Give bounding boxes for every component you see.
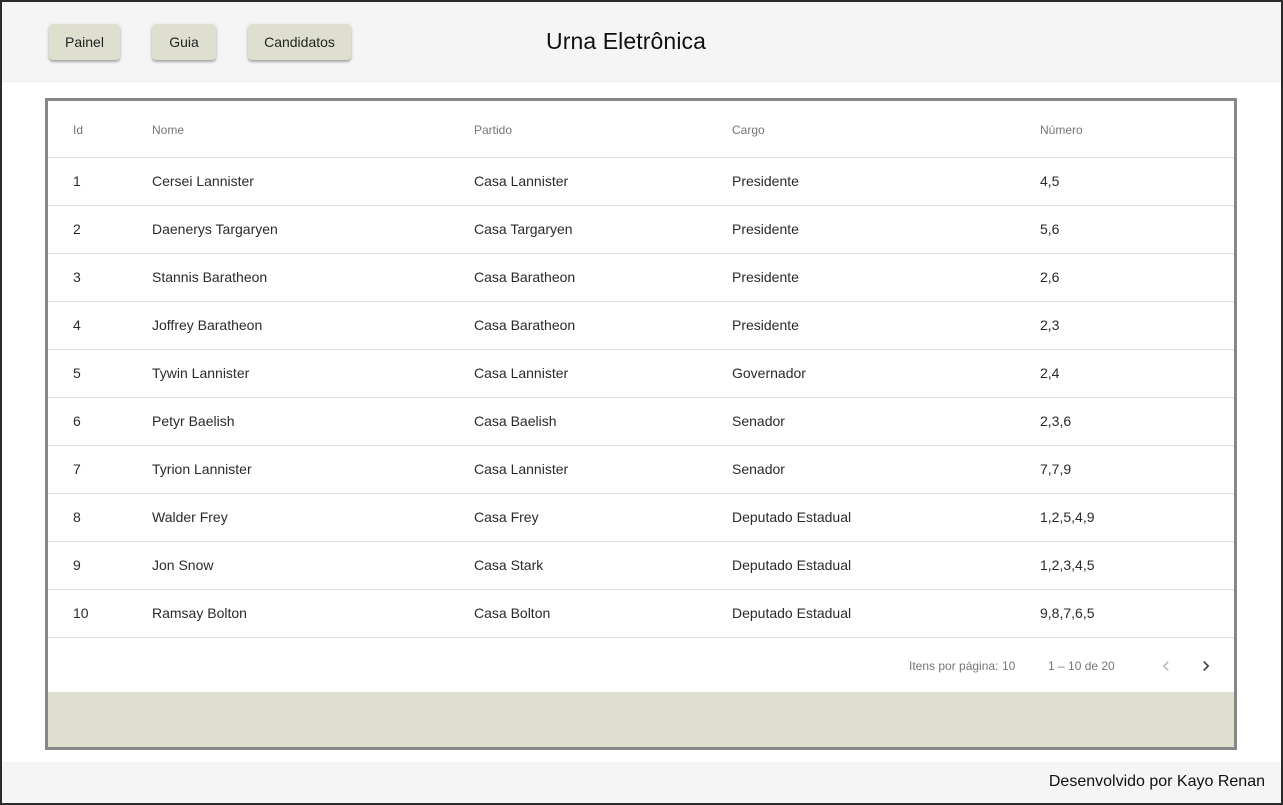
cell-nome: Ramsay Bolton <box>152 605 247 621</box>
cell-nome: Petyr Baelish <box>152 413 235 429</box>
cell-nome: Daenerys Targaryen <box>152 221 278 237</box>
table-row[interactable]: 8 Walder Frey Casa Frey Deputado Estadual 1,… <box>48 494 1234 542</box>
footer-credit: Desenvolvido por Kayo Renan <box>1048 773 1265 790</box>
chevron-right-icon <box>1203 661 1210 671</box>
cell-partido: Casa Bolton <box>474 605 551 621</box>
cell-partido: Casa Baelish <box>474 413 557 429</box>
cell-partido: Casa Lannister <box>474 173 569 189</box>
table-header-row: Id Nome Partido Cargo Número <box>48 101 1234 158</box>
cell-id: 5 <box>73 365 81 381</box>
cell-id: 7 <box>73 461 81 477</box>
cell-cargo: Presidente <box>732 269 799 285</box>
cell-id: 8 <box>73 509 81 525</box>
items-per-page-label: Itens por página: <box>909 659 999 673</box>
page-title: Urna Eletrônica <box>546 28 707 54</box>
table-row[interactable]: 9 Jon Snow Casa Stark Deputado Estadual 1,2,… <box>48 542 1234 590</box>
table-row[interactable]: 6 Petyr Baelish Casa Baelish Senador 2,3,6 <box>48 398 1234 446</box>
cell-nome: Cersei Lannister <box>152 173 254 189</box>
header-numero[interactable]: Número <box>1040 123 1083 137</box>
cell-id: 4 <box>73 317 81 333</box>
cell-numero: 9,8,7,6,5 <box>1040 605 1095 621</box>
cell-numero: 2,6 <box>1040 269 1060 285</box>
cell-partido: Casa Frey <box>474 509 539 525</box>
top-toolbar: Painel Guia Candidatos Urna Eletrônica <box>2 2 1281 82</box>
cell-partido: Casa Targaryen <box>474 221 573 237</box>
cell-id: 9 <box>73 557 81 573</box>
cell-cargo: Presidente <box>732 221 799 237</box>
cell-numero: 2,3 <box>1040 317 1060 333</box>
header-id[interactable]: Id <box>73 123 83 137</box>
cell-nome: Tywin Lannister <box>152 365 250 381</box>
table-row[interactable]: 10 Ramsay Bolton Casa Bolton Deputado Estad… <box>48 590 1234 638</box>
candidates-table: Id Nome Partido Cargo Número 1 Cersei Lan… <box>45 98 1237 750</box>
cell-numero: 1,2,5,4,9 <box>1040 509 1095 525</box>
table-footer-band <box>48 692 1234 747</box>
cell-partido: Casa Baratheon <box>474 317 576 333</box>
cell-cargo: Senador <box>732 461 785 477</box>
cell-numero: 1,2,3,4,5 <box>1040 557 1095 573</box>
header-cargo[interactable]: Cargo <box>732 123 765 137</box>
cell-nome: Joffrey Baratheon <box>152 317 263 333</box>
cell-id: 3 <box>73 269 81 285</box>
cell-cargo: Deputado Estadual <box>732 509 852 525</box>
candidatos-button[interactable]: Candidatos <box>248 24 351 60</box>
table-row[interactable]: 5 Tywin Lannister Casa Lannister Governador… <box>48 350 1234 398</box>
cell-partido: Casa Lannister <box>474 461 569 477</box>
cell-nome: Walder Frey <box>152 509 228 525</box>
page-footer: Desenvolvido por Kayo Renan <box>2 762 1281 803</box>
cell-nome: Jon Snow <box>152 557 214 573</box>
cell-cargo: Senador <box>732 413 785 429</box>
page-range-label: 1 – 10 de 20 <box>1048 659 1115 673</box>
cell-partido: Casa Baratheon <box>474 269 576 285</box>
header-nome[interactable]: Nome <box>152 123 184 137</box>
table-row[interactable]: 1 Cersei Lannister Casa Lannister President… <box>48 158 1234 206</box>
paginator: Itens por página: 10 1 – 10 de 20 <box>48 638 1234 694</box>
guia-button[interactable]: Guia <box>152 24 216 60</box>
page-size-value[interactable]: 10 <box>1002 659 1015 673</box>
cell-nome: Stannis Baratheon <box>152 269 268 285</box>
cell-numero: 5,6 <box>1040 221 1060 237</box>
cell-nome: Tyrion Lannister <box>152 461 252 477</box>
cell-cargo: Deputado Estadual <box>732 605 852 621</box>
cell-cargo: Presidente <box>732 173 799 189</box>
cell-numero: 2,3,6 <box>1040 413 1072 429</box>
cell-id: 2 <box>73 221 81 237</box>
cell-cargo: Presidente <box>732 317 799 333</box>
next-page-button[interactable] <box>1190 650 1222 682</box>
cell-numero: 7,7,9 <box>1040 461 1072 477</box>
cell-cargo: Deputado Estadual <box>732 557 852 573</box>
chevron-left-icon <box>1162 661 1169 671</box>
cell-partido: Casa Stark <box>474 557 544 573</box>
table-row[interactable]: 4 Joffrey Baratheon Casa Baratheon Presiden… <box>48 302 1234 350</box>
cell-id: 1 <box>73 173 81 189</box>
painel-button[interactable]: Painel <box>49 24 120 60</box>
cell-numero: 2,4 <box>1040 365 1060 381</box>
previous-page-button[interactable] <box>1150 650 1182 682</box>
cell-numero: 4,5 <box>1040 173 1060 189</box>
cell-id: 10 <box>73 605 89 621</box>
header-partido[interactable]: Partido <box>474 123 512 137</box>
table-row[interactable]: 2 Daenerys Targaryen Casa Targaryen Preside… <box>48 206 1234 254</box>
table-row[interactable]: 7 Tyrion Lannister Casa Lannister Senador 7,… <box>48 446 1234 494</box>
cell-cargo: Governador <box>732 365 806 381</box>
table-row[interactable]: 3 Stannis Baratheon Casa Baratheon Presiden… <box>48 254 1234 302</box>
cell-partido: Casa Lannister <box>474 365 569 381</box>
cell-id: 6 <box>73 413 81 429</box>
